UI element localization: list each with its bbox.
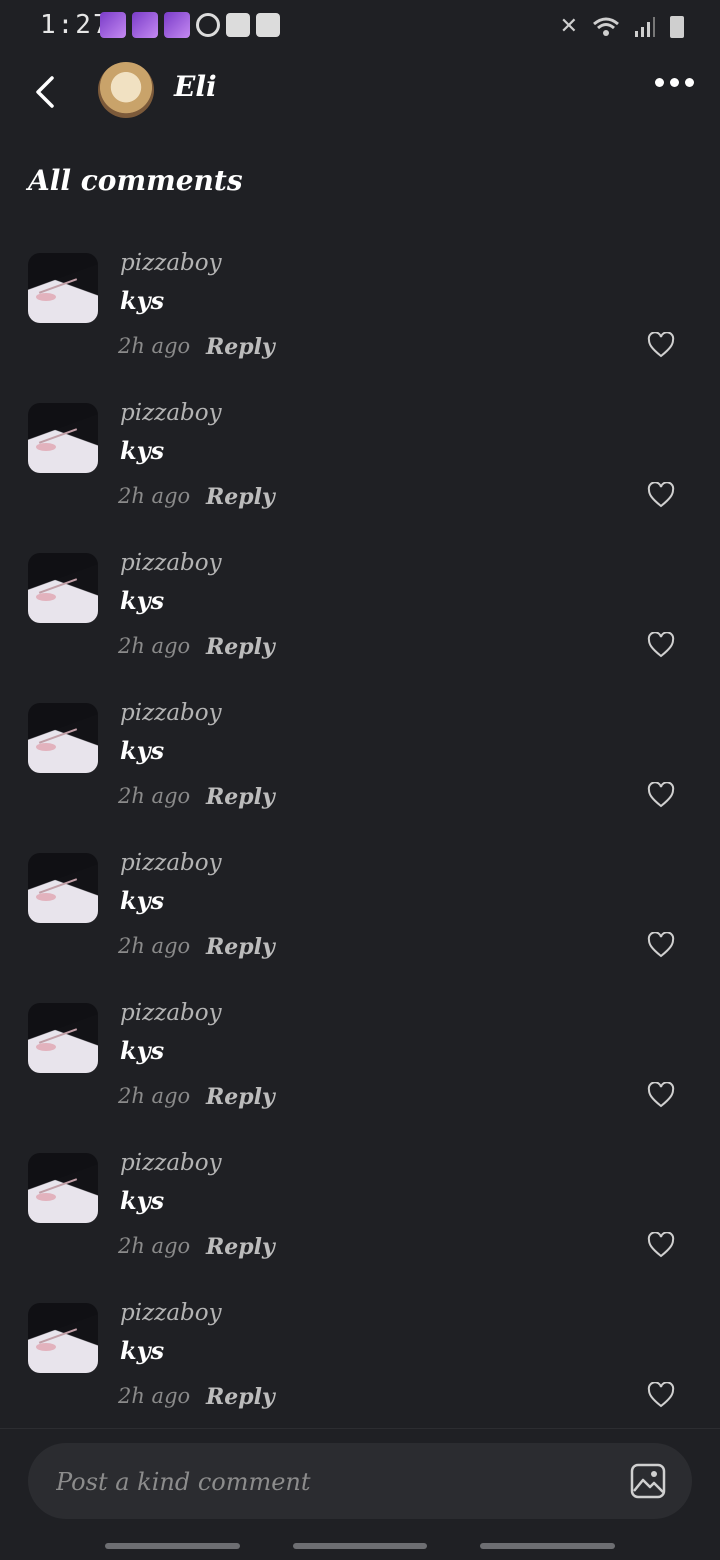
heart-icon[interactable]: [647, 332, 675, 358]
avatar[interactable]: [28, 403, 98, 473]
comment-text: kys: [120, 586, 165, 615]
comment-text: kys: [120, 886, 165, 915]
comment-text: kys: [120, 1336, 165, 1365]
nav-handle[interactable]: [105, 1543, 240, 1549]
notification-icons: [100, 12, 280, 38]
comment-composer: [28, 1443, 692, 1521]
reply-button[interactable]: Reply: [206, 1384, 275, 1410]
comment-username[interactable]: pizzaboy: [120, 400, 222, 426]
heart-icon[interactable]: [647, 1232, 675, 1258]
status-bar: 1:27 ✕: [0, 0, 720, 54]
avatar[interactable]: [28, 553, 98, 623]
wifi-icon: [593, 17, 619, 36]
mute-icon: ✕: [559, 14, 578, 39]
comment-username[interactable]: pizzaboy: [120, 850, 222, 876]
comment-item: pizzaboy kys 2h ago Reply: [0, 1000, 720, 1150]
heart-icon[interactable]: [647, 632, 675, 658]
comment-item: pizzaboy kys 2h ago Reply: [0, 1150, 720, 1300]
comment-username[interactable]: pizzaboy: [120, 1000, 222, 1026]
dot: [655, 78, 664, 87]
avatar[interactable]: [28, 853, 98, 923]
comment-time: 2h ago: [118, 334, 191, 358]
comment-username[interactable]: pizzaboy: [120, 550, 222, 576]
comment-text: kys: [120, 286, 165, 315]
chevron-left-icon[interactable]: [28, 68, 68, 116]
comment-username[interactable]: pizzaboy: [120, 1300, 222, 1326]
comment-list: pizzaboy kys 2h ago Reply pizzaboy kys 2…: [0, 250, 720, 1450]
image-icon[interactable]: [630, 1463, 666, 1499]
comment-text: kys: [120, 436, 165, 465]
reply-button[interactable]: Reply: [206, 1234, 275, 1260]
comment-time: 2h ago: [118, 1234, 191, 1258]
system-icons: ✕: [560, 14, 684, 39]
app-notification-icon: [100, 12, 126, 38]
app-icon: [226, 13, 250, 37]
divider: [0, 1428, 720, 1429]
app-notification-icon: [164, 12, 190, 38]
comment-username[interactable]: pizzaboy: [120, 700, 222, 726]
comment-username[interactable]: pizzaboy: [120, 250, 222, 276]
heart-icon[interactable]: [647, 782, 675, 808]
comment-time: 2h ago: [118, 1384, 191, 1408]
dot: [670, 78, 679, 87]
comment-text: kys: [120, 1186, 165, 1215]
reply-button[interactable]: Reply: [206, 634, 275, 660]
comment-item: pizzaboy kys 2h ago Reply: [0, 700, 720, 850]
reply-button[interactable]: Reply: [206, 934, 275, 960]
page-title[interactable]: Eli: [174, 70, 217, 103]
section-title: All comments: [28, 164, 243, 197]
comment-time: 2h ago: [118, 784, 191, 808]
comment-text: kys: [120, 736, 165, 765]
comment-item: pizzaboy kys 2h ago Reply: [0, 250, 720, 400]
comment-time: 2h ago: [118, 634, 191, 658]
comment-time: 2h ago: [118, 934, 191, 958]
close-box-icon: [256, 13, 280, 37]
nav-handle[interactable]: [293, 1543, 427, 1549]
top-bar: Eli: [0, 58, 720, 128]
avatar[interactable]: [28, 1003, 98, 1073]
comment-time: 2h ago: [118, 1084, 191, 1108]
nav-handle[interactable]: [480, 1543, 615, 1549]
comment-time: 2h ago: [118, 484, 191, 508]
heart-icon[interactable]: [647, 482, 675, 508]
navigation-handles: [0, 1543, 720, 1551]
comment-text: kys: [120, 1036, 165, 1065]
reply-button[interactable]: Reply: [206, 334, 275, 360]
comment-input[interactable]: [54, 1443, 618, 1521]
comment-item: pizzaboy kys 2h ago Reply: [0, 400, 720, 550]
more-horizontal-icon[interactable]: [655, 78, 694, 87]
comment-username[interactable]: pizzaboy: [120, 1150, 222, 1176]
battery-icon: [670, 15, 684, 38]
heart-icon[interactable]: [647, 932, 675, 958]
reply-button[interactable]: Reply: [206, 1084, 275, 1110]
reply-button[interactable]: Reply: [206, 484, 275, 510]
profile-avatar[interactable]: [98, 62, 154, 118]
pinterest-icon: [196, 13, 220, 37]
avatar[interactable]: [28, 1153, 98, 1223]
app-notification-icon: [132, 12, 158, 38]
dot: [685, 78, 694, 87]
heart-icon[interactable]: [647, 1082, 675, 1108]
signal-icon: [635, 16, 655, 37]
heart-icon[interactable]: [647, 1382, 675, 1408]
avatar[interactable]: [28, 253, 98, 323]
comment-item: pizzaboy kys 2h ago Reply: [0, 850, 720, 1000]
avatar[interactable]: [28, 703, 98, 773]
avatar[interactable]: [28, 1303, 98, 1373]
reply-button[interactable]: Reply: [206, 784, 275, 810]
comment-item: pizzaboy kys 2h ago Reply: [0, 550, 720, 700]
